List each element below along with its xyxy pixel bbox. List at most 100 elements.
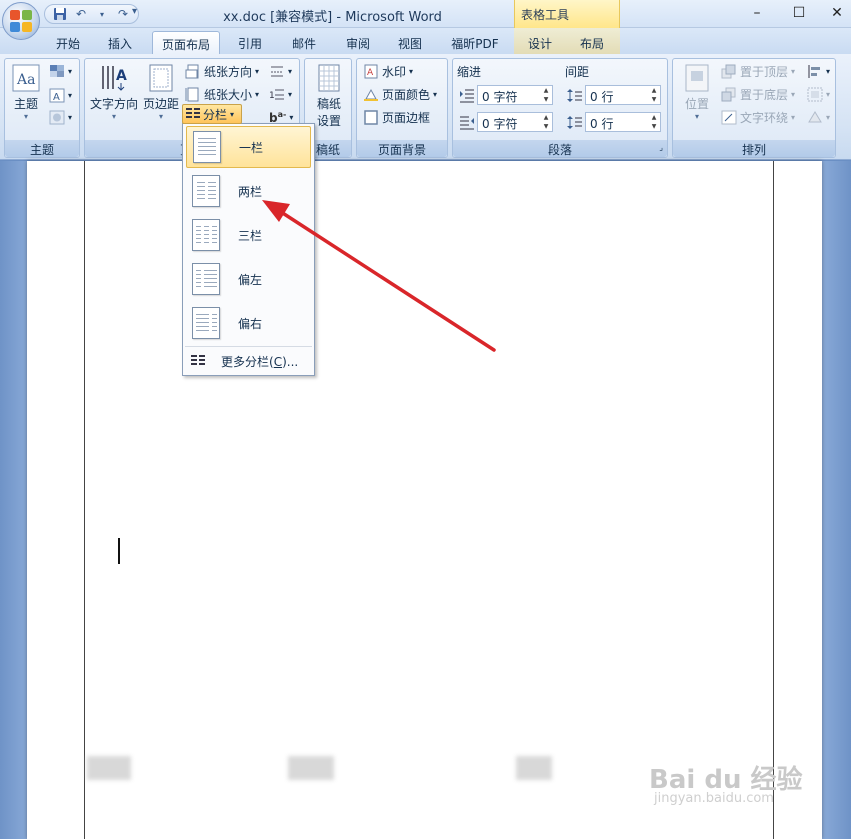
themes-button[interactable]: Aa 主题 ▾ (9, 63, 43, 121)
tab-review[interactable]: 审阅 (338, 31, 378, 54)
columns-option-two[interactable]: 两栏 (186, 170, 311, 212)
theme-colors-button[interactable]: ▾ (49, 61, 72, 81)
position-label: 位置 (684, 97, 709, 111)
close-button[interactable]: ✕ (822, 3, 851, 23)
page-border-button[interactable]: 页面边框 (363, 107, 430, 127)
bring-front-icon (721, 64, 737, 79)
group-button[interactable]: ▾ (807, 84, 830, 104)
themes-group: Aa 主题 ▾ ▾ A ▾ ▾ 主题 (4, 58, 80, 158)
office-logo-icon (10, 10, 32, 32)
more-columns-item[interactable]: 更多分栏(C)... (186, 349, 311, 373)
size-button[interactable]: 纸张大小 ▾ (185, 84, 259, 104)
text-wrap-button[interactable]: 文字环绕 ▾ (721, 107, 795, 127)
columns-button[interactable]: 分栏 ▾ (182, 104, 242, 124)
tab-page-layout[interactable]: 页面布局 (152, 31, 220, 54)
text-direction-button[interactable]: A 文字方向 ▾ (87, 63, 141, 121)
indent-left-icon (459, 88, 475, 106)
dialog-launcher-icon[interactable]: ⌟ (659, 143, 663, 152)
breaks-button[interactable]: ▾ (269, 61, 292, 81)
page-color-icon (363, 87, 379, 102)
blurred-content (288, 756, 334, 780)
tab-references[interactable]: 引用 (230, 31, 270, 54)
group-icon (807, 87, 823, 102)
page-border-label: 页面边框 (382, 110, 431, 125)
orientation-button[interactable]: 纸张方向 ▾ (185, 61, 259, 81)
manuscript-label-1: 稿纸 (316, 97, 341, 111)
columns-dropdown: 一栏 两栏 三栏 偏左 偏右 更多分栏(C)... (182, 123, 315, 376)
margins-icon (146, 63, 176, 93)
indent-title: 缩进 (457, 65, 482, 79)
tab-layout[interactable]: 布局 (574, 31, 610, 54)
menu-separator (185, 346, 312, 347)
svg-text:A: A (367, 68, 374, 78)
line-numbers-button[interactable]: 1 ▾ (269, 84, 292, 104)
arrange-group-label: 排列 (673, 140, 835, 157)
text-direction-label: 文字方向 (89, 97, 138, 111)
indent-right-field[interactable]: 0 字符 ▲ ▼ (477, 112, 553, 132)
maximize-button[interactable]: ☐ (784, 3, 814, 23)
ribbon-tabs: 开始 插入 页面布局 引用 邮件 审阅 视图 福昕PDF 设计 布局 (0, 28, 851, 54)
rotate-button[interactable]: ▾ (807, 107, 830, 127)
watermark-icon: A (363, 64, 379, 79)
spinner-arrows-icon[interactable]: ▲ ▼ (648, 86, 660, 104)
arrange-group: 位置 ▾ 置于顶层 ▾ 置于底层 ▾ 文字环绕 ▾ ▾ ▾ ▾ 排列 (672, 58, 836, 158)
columns-option-three[interactable]: 三栏 (186, 214, 311, 256)
theme-fonts-button[interactable]: A ▾ (49, 85, 72, 105)
manuscript-icon (314, 63, 344, 93)
columns-label: 分栏 (203, 107, 228, 122)
tab-view[interactable]: 视图 (390, 31, 430, 54)
align-button[interactable]: ▾ (807, 61, 830, 81)
spacing-after-field[interactable]: 0 行 ▲ ▼ (585, 112, 661, 132)
document-page[interactable]: Bai du 经验 jingyan.baidu.com (27, 161, 822, 839)
paper-size-icon (185, 87, 201, 102)
more-columns-label: 更多分栏(C)... (221, 354, 299, 369)
theme-effects-button[interactable]: ▾ (49, 107, 72, 127)
manuscript-settings-button[interactable]: 稿纸 设置 (309, 63, 349, 129)
spinner-arrows-icon[interactable]: ▲ ▼ (540, 113, 552, 131)
text-direction-icon: A (99, 63, 129, 93)
right-column-icon (192, 307, 220, 339)
tab-foxit-pdf[interactable]: 福昕PDF (444, 31, 506, 54)
bring-to-front-button[interactable]: 置于顶层 ▾ (721, 61, 795, 81)
columns-option-left[interactable]: 偏左 (186, 258, 311, 300)
left-margin-line (84, 161, 85, 839)
tab-mailings[interactable]: 邮件 (284, 31, 324, 54)
spinner-arrows-icon[interactable]: ▲ ▼ (540, 86, 552, 104)
watermark-button[interactable]: A 水印 ▾ (363, 61, 413, 81)
paragraph-group: 缩进 间距 0 字符 ▲ ▼ 0 字符 ▲ ▼ 0 行 ▲ ▼ 0 行 ▲ ▼ 段落 ⌟ (452, 58, 668, 158)
document-area: Bai du 经验 jingyan.baidu.com (0, 161, 851, 839)
svg-text:1: 1 (269, 91, 275, 101)
watermark-label: 水印 (382, 64, 407, 79)
spacing-after-icon (567, 115, 583, 133)
indent-right-icon (459, 115, 475, 133)
page-color-label: 页面颜色 (382, 87, 431, 102)
columns-icon (186, 107, 200, 122)
page-background-group-label: 页面背景 (357, 140, 447, 157)
page-background-group: A 水印 ▾ 页面颜色 ▾ 页面边框 页面背景 (356, 58, 448, 158)
orientation-icon (185, 64, 201, 79)
columns-option-one[interactable]: 一栏 (186, 126, 311, 168)
text-wrap-icon (721, 110, 737, 125)
svg-text:A: A (116, 68, 127, 84)
svg-text:A: A (53, 92, 60, 103)
themes-group-label: 主题 (5, 140, 79, 157)
spacing-title: 间距 (565, 65, 590, 79)
theme-colors-icon (49, 64, 65, 79)
page-color-button[interactable]: 页面颜色 ▾ (363, 84, 437, 104)
position-button[interactable]: 位置 ▾ (677, 63, 717, 121)
minimize-button[interactable]: – (742, 3, 772, 23)
columns-option-right[interactable]: 偏右 (186, 302, 311, 344)
send-to-back-button[interactable]: 置于底层 ▾ (721, 84, 795, 104)
ribbon: Aa 主题 ▾ ▾ A ▾ ▾ 主题 A 文字方向 ▾ 页边距 ▾ 纸张方向 ▾… (0, 54, 851, 160)
tab-design[interactable]: 设计 (522, 31, 558, 54)
paragraph-group-label: 段落 ⌟ (453, 140, 667, 157)
right-margin-line (773, 161, 774, 839)
office-button[interactable] (2, 2, 40, 40)
margins-button[interactable]: 页边距 ▾ (141, 63, 181, 121)
spacing-before-icon (567, 88, 583, 106)
tab-insert[interactable]: 插入 (100, 31, 140, 54)
spacing-before-field[interactable]: 0 行 ▲ ▼ (585, 85, 661, 105)
indent-left-field[interactable]: 0 字符 ▲ ▼ (477, 85, 553, 105)
tab-home[interactable]: 开始 (48, 31, 88, 54)
spinner-arrows-icon[interactable]: ▲ ▼ (648, 113, 660, 131)
